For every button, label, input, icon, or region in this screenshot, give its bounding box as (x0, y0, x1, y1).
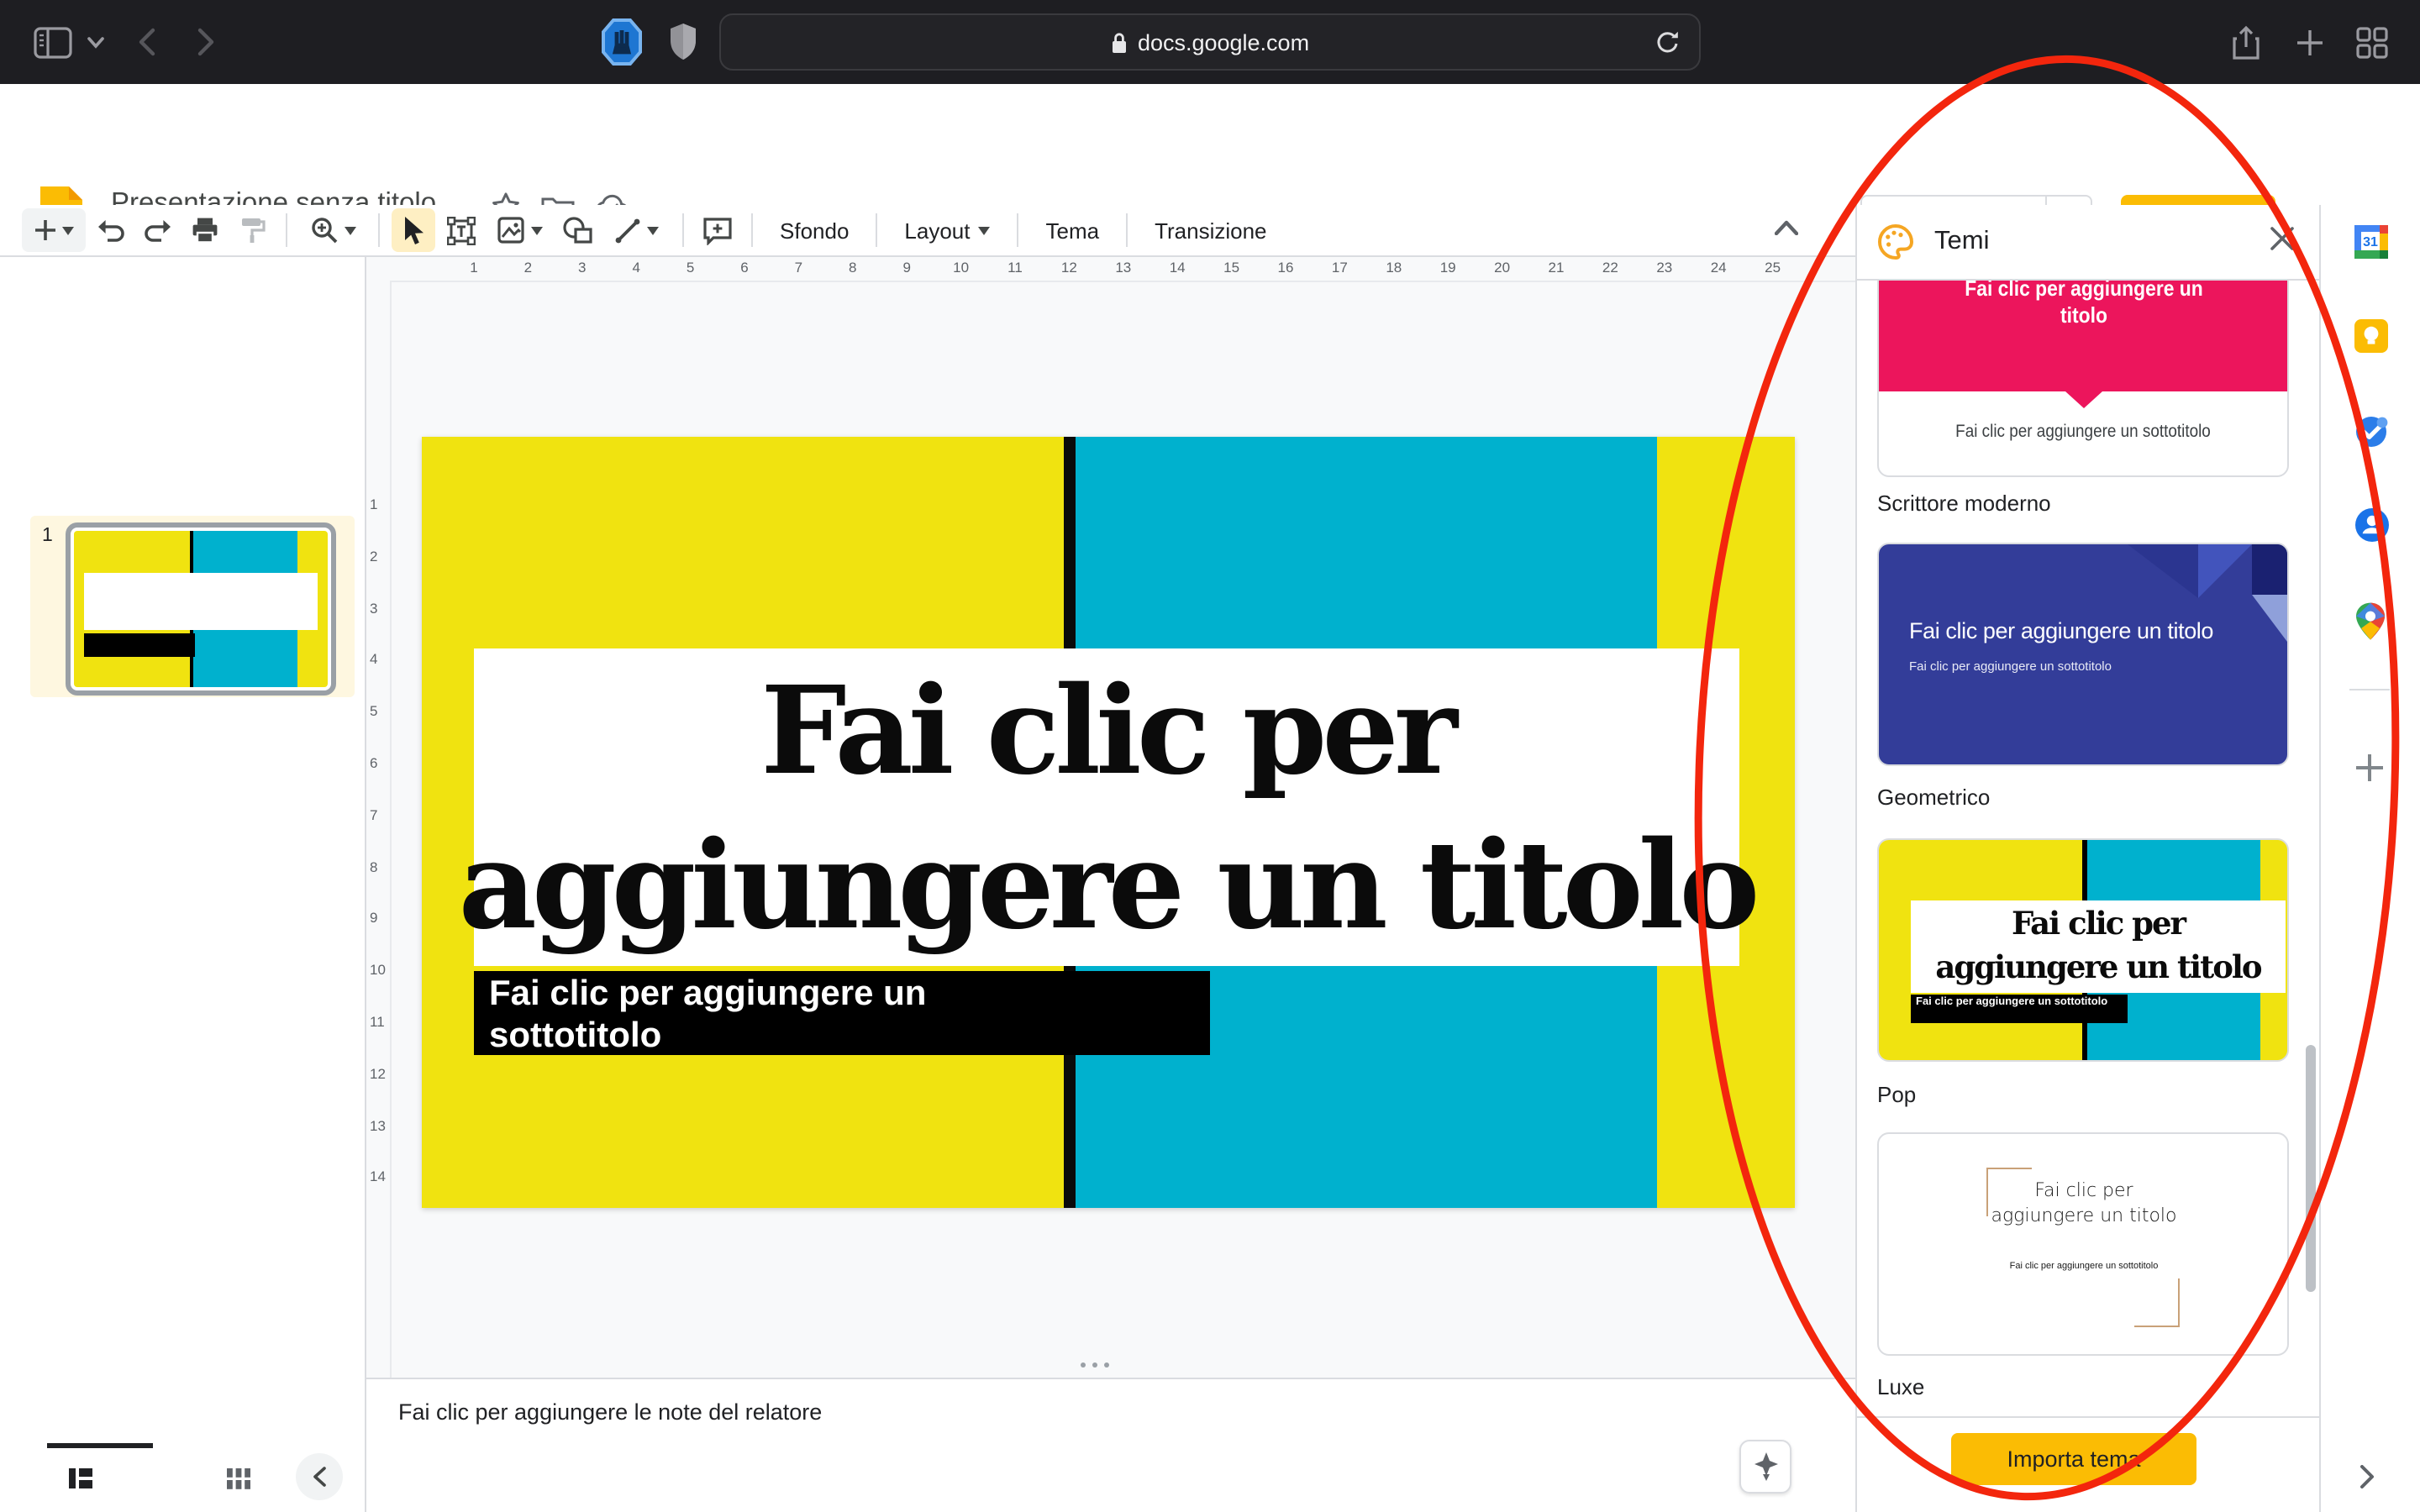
sidebar-chevron-down-icon[interactable] (87, 0, 104, 84)
themes-panel-title: Temi (1934, 227, 1989, 257)
line-tool-button[interactable] (603, 208, 671, 252)
theme-preview-subtitle: Fai clic per aggiungere un sottotitolo (1899, 422, 2266, 442)
subtitle-placeholder[interactable]: Fai clic per aggiungere un sottotitolo (474, 971, 1210, 1055)
workspace-side-rail: 31 (2319, 205, 2420, 1512)
calendar-icon[interactable]: 31 (2354, 225, 2388, 259)
collapse-filmstrip-button[interactable] (296, 1453, 343, 1500)
slide-canvas[interactable]: 1234567891011121314151617181920212223242… (366, 257, 1855, 1378)
new-slide-button[interactable] (22, 208, 86, 252)
panel-scrollbar[interactable] (2306, 1045, 2316, 1292)
current-slide[interactable]: Fai clic per aggiungere un titolo Fai cl… (422, 437, 1795, 1208)
text-box-tool-button[interactable] (439, 208, 482, 252)
tab-overview-icon[interactable] (2356, 0, 2388, 84)
keep-icon[interactable] (2354, 319, 2388, 353)
insert-image-button[interactable] (486, 208, 553, 252)
slide-thumbnail[interactable] (66, 522, 336, 696)
tasks-icon[interactable] (2354, 413, 2390, 449)
pop-title-box: Fai clic per aggiungere un titolo (1911, 900, 2286, 993)
theme-preview-title: Fai clic per aggiungere un titolo (1983, 1178, 2185, 1228)
filmstrip-view-icon[interactable] (67, 1465, 94, 1492)
redo-button[interactable] (136, 208, 180, 252)
theme-button[interactable]: Tema (1029, 211, 1117, 249)
close-panel-icon[interactable] (2269, 225, 2296, 252)
palette-icon (1877, 223, 1914, 260)
print-button[interactable] (183, 208, 227, 252)
explore-star-icon (1752, 1452, 1779, 1482)
browser-chrome: docs.google.com (0, 0, 2420, 86)
explore-button[interactable] (1739, 1440, 1791, 1494)
maps-icon[interactable] (2354, 601, 2386, 642)
theme-name: Pop (1877, 1082, 1916, 1107)
svg-text:31: 31 (2363, 235, 2378, 249)
pop-subtitle-box: Fai clic per aggiungere un sottotitolo (1911, 995, 2128, 1023)
ruler-left: 1234567891011121314 (366, 281, 392, 1378)
zoom-button[interactable] (299, 208, 366, 252)
background-button[interactable]: Sfondo (763, 211, 865, 249)
hide-rail-chevron-icon[interactable] (2360, 1465, 2375, 1488)
layout-button[interactable]: Layout (887, 211, 1007, 249)
theme-card-geometrico[interactable]: Fai clic per aggiungere un titolo Fai cl… (1877, 543, 2289, 766)
ruler-top: 1234567891011121314151617181920212223242… (392, 259, 1855, 282)
theme-name: Scrittore moderno (1877, 491, 2051, 516)
import-theme-button[interactable]: Importa tema (1951, 1433, 2196, 1485)
add-addon-icon[interactable] (2354, 753, 2385, 783)
reload-icon[interactable] (1655, 30, 1679, 55)
address-bar[interactable]: docs.google.com (719, 13, 1701, 71)
themes-panel-header: Temi (1857, 205, 2319, 281)
theme-preview-subtitle: Fai clic per aggiungere un sottotitolo (1909, 659, 2112, 674)
theme-preview-subtitle: Fai clic per aggiungere un sottotitolo (1983, 1262, 2185, 1273)
theme-name: Luxe (1877, 1374, 1924, 1399)
hand-extension-icon[interactable] (602, 0, 642, 84)
url-text: docs.google.com (1138, 29, 1309, 55)
share-page-icon[interactable] (2232, 0, 2260, 84)
lock-icon (1111, 31, 1128, 53)
pink-notch (2065, 391, 2102, 408)
collapse-toolbar-icon[interactable] (1775, 220, 1798, 235)
app-header: Presentazione senza titolo FileModificaV… (0, 84, 2420, 205)
select-tool-button[interactable] (392, 208, 435, 252)
theme-preview-title: Fai clic per aggiungere un titolo (1909, 618, 2213, 643)
slide-number: 1 (42, 526, 53, 546)
contacts-icon[interactable] (2354, 507, 2390, 543)
themes-panel: Temi Fai clic per aggiungere un titolo F… (1855, 205, 2319, 1512)
theme-card-luxe[interactable]: Fai clic per aggiungere un titolo Fai cl… (1877, 1132, 2289, 1356)
sidebar-toggle-button[interactable] (34, 0, 72, 84)
new-tab-icon[interactable] (2296, 0, 2324, 84)
theme-card-scrittore-moderno[interactable]: Fai clic per aggiungere un titolo Fai cl… (1877, 281, 2289, 477)
title-line1: Fai clic per (760, 653, 1453, 807)
paint-format-button[interactable] (230, 208, 274, 252)
active-view-indicator (47, 1443, 153, 1448)
filmstrip-footer (0, 1443, 365, 1512)
notes-placeholder[interactable]: Fai clic per aggiungere le note del rela… (398, 1399, 822, 1425)
theme-preview-title-band: Fai clic per aggiungere un titolo (1879, 281, 2287, 391)
insert-comment-button[interactable] (696, 208, 739, 252)
undo-button[interactable] (89, 208, 133, 252)
subtitle-line2: sottotitolo (489, 1015, 1210, 1057)
grid-view-icon[interactable] (225, 1465, 252, 1492)
theme-name: Geometrico (1877, 785, 1990, 810)
title-placeholder[interactable]: Fai clic per aggiungere un titolo (474, 648, 1739, 966)
speaker-notes[interactable]: Fai clic per aggiungere le note del rela… (366, 1378, 1855, 1512)
shield-extension-icon[interactable] (669, 0, 697, 84)
panel-divider (1857, 1416, 2319, 1418)
rail-divider (2349, 689, 2390, 690)
luxe-bracket-bottomright (2134, 1278, 2180, 1327)
application-window: docs.google.com Presentazione senza tito… (0, 0, 2420, 1512)
notes-drag-handle[interactable] (1081, 1362, 1109, 1368)
back-button[interactable] (138, 0, 156, 84)
theme-card-pop[interactable]: Fai clic per aggiungere un titolo Fai cl… (1877, 838, 2289, 1062)
transition-button[interactable]: Transizione (1138, 211, 1283, 249)
subtitle-line1: Fai clic per aggiungere un (489, 973, 1210, 1015)
forward-button[interactable] (197, 0, 215, 84)
title-line2: aggiungere un titolo (459, 807, 1755, 962)
shape-tool-button[interactable] (556, 208, 600, 252)
slide-filmstrip: 1 (0, 257, 366, 1512)
themes-list: Fai clic per aggiungere un titolo Fai cl… (1857, 281, 2319, 1416)
